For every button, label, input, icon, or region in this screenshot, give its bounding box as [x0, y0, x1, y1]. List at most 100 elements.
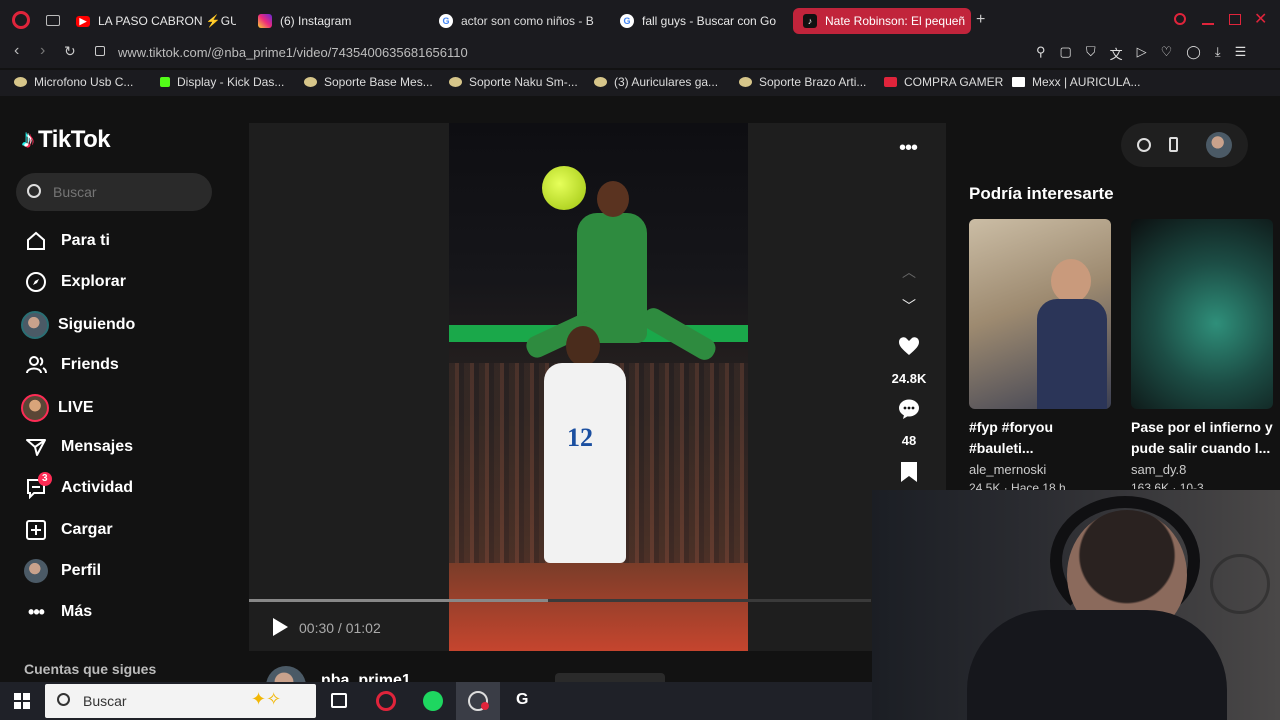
compass-icon	[24, 270, 48, 294]
bookmark-item[interactable]: Microfono Usb C...	[14, 75, 133, 89]
search-box[interactable]	[16, 173, 212, 211]
forward-icon[interactable]: ›	[40, 42, 45, 60]
nav-siguiendo[interactable]: Siguiendo	[21, 311, 135, 339]
search-tabs-icon[interactable]	[1174, 13, 1186, 25]
back-icon[interactable]: ‹	[14, 42, 19, 60]
suggestion-title: #fyp #foryou #bauleti...	[969, 419, 1054, 456]
close-button[interactable]: ✕	[1254, 9, 1267, 29]
play-button[interactable]	[273, 618, 288, 636]
bookmark-item[interactable]: (3) Auriculares ga...	[594, 75, 718, 89]
tab-instagram[interactable]: (6) Instagram	[258, 8, 418, 34]
heart-icon[interactable]: ♡	[1161, 44, 1173, 63]
profile-icon[interactable]: ◯	[1186, 44, 1201, 63]
next-video-icon[interactable]: ﹀	[902, 296, 916, 316]
search-icon	[57, 693, 70, 706]
bookmark-item[interactable]: Mexx | AURICULA...	[1012, 75, 1140, 89]
home-icon	[24, 229, 48, 253]
suggestion-card[interactable]: Pase por el infierno y pude salir cuando…	[1131, 219, 1280, 489]
inbox-icon: 3	[24, 472, 52, 500]
video-frame[interactable]: 12	[449, 123, 748, 651]
like-icon[interactable]	[897, 334, 921, 358]
nav-mensajes[interactable]: Mensajes	[24, 435, 133, 459]
search-input[interactable]	[53, 182, 203, 202]
compragamer-icon	[884, 77, 897, 87]
disc-icon[interactable]	[1137, 138, 1151, 152]
address-bar: ‹ › ↻ www.tiktok.com/@nba_prime1/video/7…	[0, 38, 1280, 68]
ball	[542, 166, 586, 210]
suggestion-card[interactable]: #fyp #foryou #bauleti... ale_mernoski 24…	[969, 219, 1111, 495]
taskbar-search[interactable]: Buscar ✦✧	[45, 684, 316, 718]
nav-para-ti[interactable]: Para ti	[24, 229, 110, 253]
suggestion-thumbnail[interactable]	[1131, 219, 1273, 409]
jersey-number: 12	[567, 423, 593, 452]
bookmark-icon	[449, 77, 462, 87]
more-horizontal-icon: •••	[28, 601, 45, 622]
nav-explorar[interactable]: Explorar	[24, 270, 126, 294]
bookmark-item[interactable]: Soporte Base Mes...	[304, 75, 433, 89]
reload-icon[interactable]: ↻	[64, 43, 76, 60]
snapshot-icon[interactable]: ▢	[1060, 44, 1072, 63]
new-tab-button[interactable]: +	[976, 11, 985, 29]
bookmark-icon	[594, 77, 607, 87]
nav-live[interactable]: LIVE	[21, 394, 94, 422]
nav-actividad[interactable]: 3 Actividad	[24, 472, 133, 500]
bookmark-item[interactable]: Display - Kick Das...	[160, 75, 284, 89]
url-field[interactable]: www.tiktok.com/@nba_prime1/video/7435400…	[118, 45, 468, 60]
suggestion-thumbnail[interactable]	[969, 219, 1111, 409]
tab-google-actor[interactable]: G actor son como niños - B	[439, 8, 599, 34]
video-container[interactable]: 12 ••• 00:30 / 01:02	[249, 123, 946, 651]
device-icon[interactable]	[1169, 137, 1178, 152]
bookmarks-bar: Microfono Usb C... Display - Kick Das...…	[0, 70, 1280, 96]
maximize-button[interactable]	[1229, 14, 1241, 25]
spotify-icon[interactable]	[423, 691, 443, 711]
play-icon[interactable]: ▷	[1137, 44, 1147, 63]
google-icon: G	[620, 14, 634, 28]
comment-icon[interactable]	[897, 397, 921, 421]
nav-perfil[interactable]: Perfil	[24, 559, 101, 583]
prev-video-icon[interactable]: ︿	[902, 262, 916, 282]
suggestion-author: ale_mernoski	[969, 462, 1047, 477]
more-options-icon[interactable]: •••	[899, 137, 918, 160]
pin-icon[interactable]: ⚲	[1036, 44, 1046, 63]
tab-youtube[interactable]: ▶ LA PASO CABRON ⚡GU	[76, 8, 236, 34]
progress-fill	[249, 599, 548, 602]
player-head	[597, 181, 629, 217]
opera-logo-icon[interactable]	[12, 11, 30, 29]
player-standing-head	[566, 326, 600, 366]
translate-icon[interactable]: 文	[1110, 44, 1123, 63]
app-g-icon[interactable]: G	[516, 691, 528, 709]
windows-start-icon[interactable]	[14, 693, 30, 709]
instagram-icon	[258, 14, 272, 28]
nav-friends[interactable]: Friends	[24, 353, 119, 377]
youtube-icon: ▶	[76, 15, 90, 27]
menu-icon[interactable]: ☰	[1235, 44, 1247, 63]
task-view-icon[interactable]	[331, 693, 347, 708]
suggestion-title: Pase por el infierno y pude salir cuando…	[1131, 419, 1273, 456]
tiktok-logo-icon: ♪	[22, 126, 34, 153]
suggestions-heading: Podría interesarte	[969, 184, 1114, 203]
bookmark-item[interactable]: Soporte Brazo Arti...	[739, 75, 866, 89]
plus-square-icon	[24, 518, 48, 542]
webcam-poster	[1210, 554, 1270, 614]
lock-icon	[95, 46, 105, 56]
nav-cargar[interactable]: Cargar	[24, 518, 113, 542]
windows-taskbar: Buscar ✦✧ G	[0, 682, 872, 720]
obs-icon[interactable]	[456, 682, 500, 720]
extension-icons[interactable]: ⚲ ▢ ⛉ 文 ▷ ♡ ◯ ⤓ ☰	[1036, 44, 1246, 63]
download-icon[interactable]: ⤓	[1215, 44, 1221, 63]
user-avatar[interactable]	[1206, 132, 1232, 158]
workspaces-icon[interactable]	[46, 15, 60, 26]
bookmark-item[interactable]: COMPRA GAMER	[884, 75, 1003, 89]
nav-mas[interactable]: ••• Más	[24, 600, 92, 624]
minimize-button[interactable]	[1202, 23, 1214, 25]
tab-google-fallguys[interactable]: G fall guys - Buscar con Go	[620, 8, 780, 34]
bookmark-item[interactable]: Soporte Naku Sm-...	[449, 75, 578, 89]
tab-tiktok-active[interactable]: ♪ Nate Robinson: El pequeñ	[793, 8, 971, 34]
top-right-controls	[1121, 123, 1248, 167]
bookmark-icon[interactable]	[900, 461, 918, 483]
search-icon	[27, 184, 41, 198]
taskbar-search-placeholder: Buscar	[83, 693, 127, 709]
adblock-icon[interactable]: ⛉	[1086, 44, 1096, 63]
tiktok-logo[interactable]: ♪ TikTok	[22, 126, 111, 154]
opera-taskbar-icon[interactable]	[376, 691, 396, 711]
